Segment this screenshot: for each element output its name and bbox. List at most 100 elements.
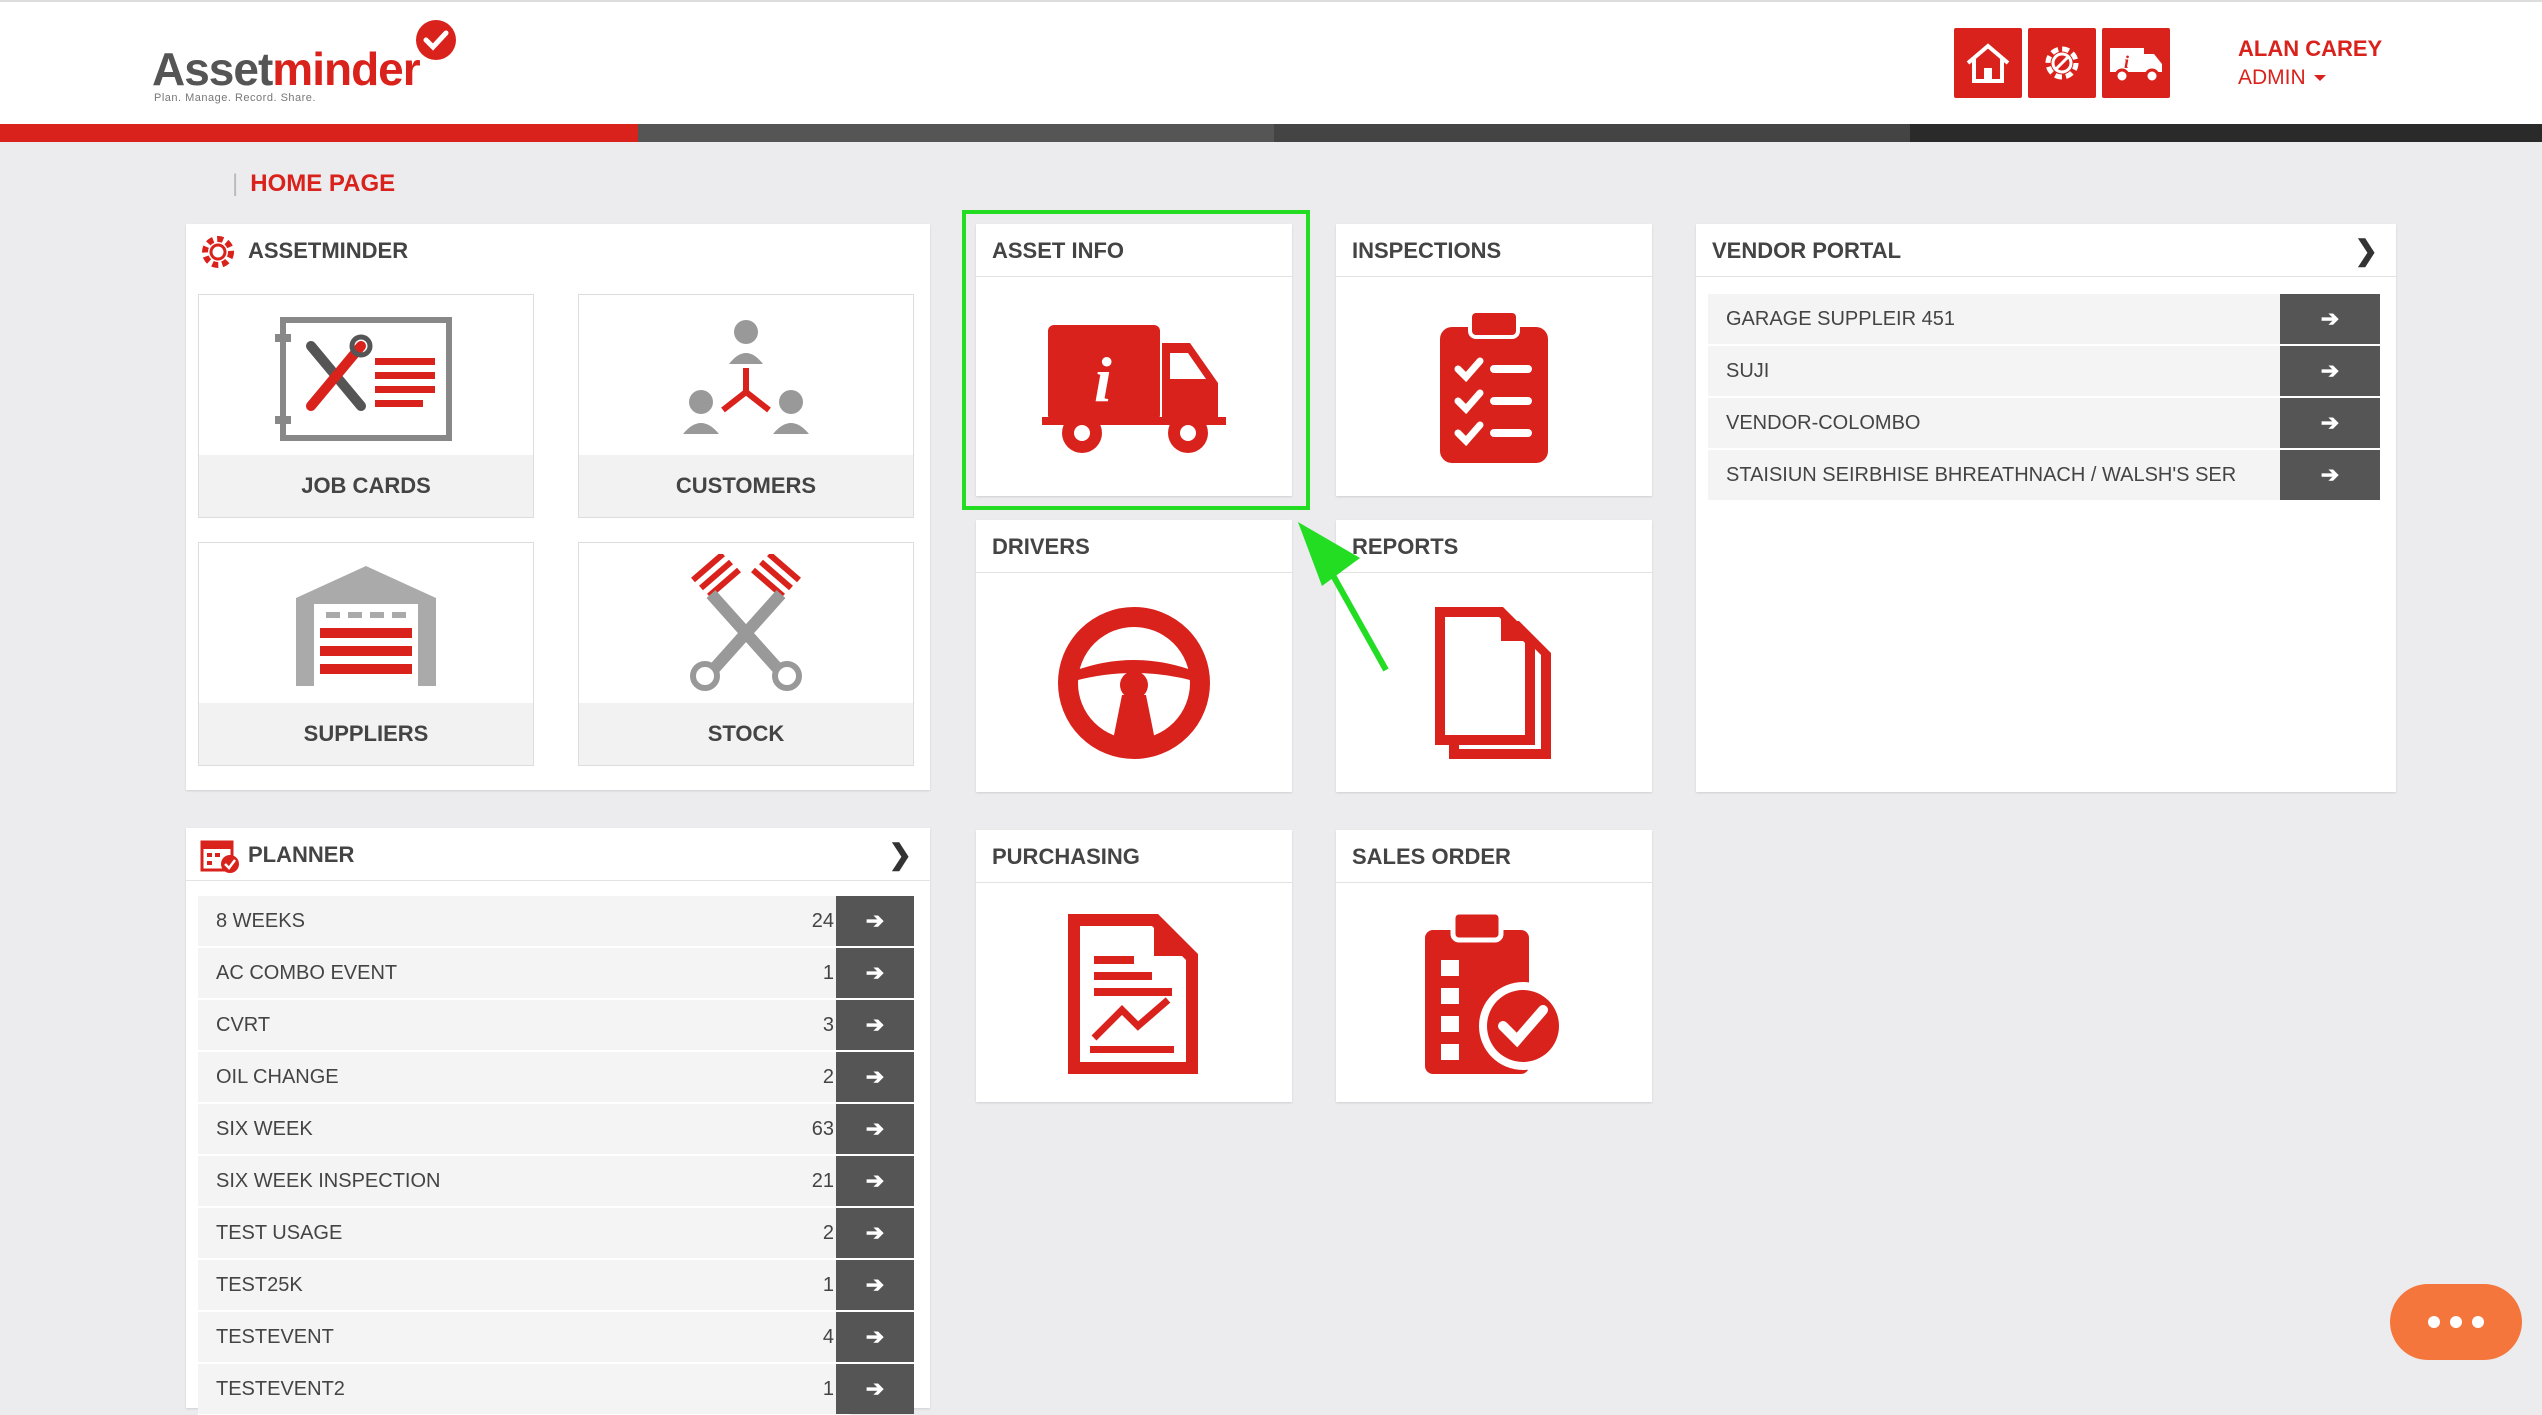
tile-job-cards[interactable]: JOB CARDS	[198, 294, 534, 518]
asset-info-button[interactable]: i	[2102, 28, 2170, 98]
logo-wordmark: Assetminder	[152, 43, 421, 95]
divider	[1336, 882, 1652, 883]
planner-count: 63	[811, 1118, 834, 1140]
assetminder-logo[interactable]: Assetminder Plan. Manage. Record. Share.	[152, 20, 456, 104]
planner-go-button[interactable]: ➔	[836, 1260, 914, 1310]
tile-label: JOB CARDS	[199, 455, 533, 517]
vendor-row[interactable]: STAISIUN SEIRBHISE BHREATHNACH / WALSH'S…	[1708, 450, 2282, 501]
vendor-label: STAISIUN SEIRBHISE BHREATHNACH / WALSH'S…	[1726, 464, 2237, 486]
planner-label: 8 WEEKS	[216, 910, 305, 932]
clipboard-checklist-icon	[1440, 309, 1548, 463]
chat-button[interactable]	[2390, 1284, 2522, 1360]
planner-count: 1	[822, 962, 834, 984]
planner-go-button[interactable]: ➔	[836, 1052, 914, 1102]
tile-label: CUSTOMERS	[579, 455, 913, 517]
planner-row[interactable]: SIX WEEK INSPECTION 21	[198, 1156, 850, 1207]
user-role-label: ADMIN	[2238, 66, 2306, 89]
divider	[976, 882, 1292, 883]
planner-label: SIX WEEK	[216, 1118, 313, 1140]
module-title: INSPECTIONS	[1352, 238, 1502, 263]
planner-count: 3	[822, 1014, 834, 1036]
planner-panel: PLANNER ❯ 8 WEEKS 24 ➔ AC COMBO EVENT 1 ➔ …	[186, 828, 930, 1415]
divider	[1336, 276, 1652, 277]
top-header: Assetminder Plan. Manage. Record. Share.…	[0, 0, 2542, 124]
planner-go-button[interactable]: ➔	[836, 1156, 914, 1206]
logo-check-icon	[416, 20, 456, 60]
planner-row[interactable]: CVRT 3	[198, 1000, 850, 1051]
planner-go-button[interactable]: ➔	[836, 1000, 914, 1050]
vendor-label: VENDOR-COLOMBO	[1726, 412, 1921, 434]
pistons-icon	[690, 554, 802, 691]
chevron-right-icon[interactable]: ❯	[2355, 234, 2378, 267]
vendor-row[interactable]: GARAGE SUPPLEIR 451	[1708, 294, 2282, 345]
page-title: HOME PAGE	[250, 170, 396, 197]
vendor-go-button[interactable]: ➔	[2280, 346, 2380, 396]
breadcrumb: | HOME PAGE	[232, 170, 396, 197]
steering-wheel-icon	[1058, 607, 1210, 759]
home-icon	[1966, 43, 2010, 83]
vendor-row[interactable]: VENDOR-COLOMBO	[1708, 398, 2282, 449]
caret-down-icon	[2313, 75, 2326, 82]
planner-label: SIX WEEK INSPECTION	[216, 1170, 441, 1192]
tile-customers[interactable]: CUSTOMERS	[578, 294, 914, 518]
planner-row[interactable]: 8 WEEKS 24	[198, 896, 850, 947]
tile-suppliers[interactable]: SUPPLIERS	[198, 542, 534, 766]
planner-row[interactable]: TESTEVENT 4	[198, 1312, 850, 1363]
planner-go-button[interactable]: ➔	[836, 1208, 914, 1258]
planner-label: CVRT	[216, 1014, 271, 1036]
planner-row[interactable]: TESTEVENT2 1	[198, 1364, 850, 1415]
planner-count: 21	[811, 1170, 834, 1192]
planner-label: OIL CHANGE	[216, 1066, 339, 1088]
module-inspections[interactable]: INSPECTIONS	[1336, 224, 1652, 496]
planner-row[interactable]: OIL CHANGE 2	[198, 1052, 850, 1103]
chevron-right-icon[interactable]: ❯	[889, 838, 912, 871]
divider	[1696, 276, 2396, 277]
tile-label: STOCK	[579, 703, 913, 765]
dot-icon	[2472, 1316, 2484, 1328]
module-drivers[interactable]: DRIVERS	[976, 520, 1292, 792]
assetminder-gear-icon	[202, 236, 234, 268]
warehouse-icon	[296, 566, 436, 686]
settings-button[interactable]	[2028, 28, 2096, 98]
planner-row[interactable]: TEST USAGE 2	[198, 1208, 850, 1259]
planner-row[interactable]: SIX WEEK 63	[198, 1104, 850, 1155]
planner-label: TESTEVENT2	[216, 1378, 345, 1400]
planner-row[interactable]: TEST25K 1	[198, 1260, 850, 1311]
header-stripe-black	[1910, 124, 2542, 142]
vendor-go-button[interactable]: ➔	[2280, 398, 2380, 448]
home-button[interactable]	[1954, 28, 2022, 98]
gear-icon	[2045, 46, 2079, 80]
planner-label: TEST USAGE	[216, 1222, 343, 1244]
planner-row[interactable]: AC COMBO EVENT 1	[198, 948, 850, 999]
planner-go-button[interactable]: ➔	[836, 1312, 914, 1362]
module-title: SALES ORDER	[1352, 844, 1511, 869]
planner-label: TESTEVENT	[216, 1326, 334, 1348]
customers-icon	[683, 320, 809, 434]
report-chart-icon	[1068, 914, 1198, 1074]
planner-count: 1	[822, 1378, 834, 1400]
module-title: PURCHASING	[992, 844, 1140, 869]
assetminder-panel: ASSETMINDER JOB CARDS CUSTOMERS SUPPLIER…	[186, 224, 930, 790]
vendor-row[interactable]: SUJI	[1708, 346, 2282, 397]
planner-go-button[interactable]: ➔	[836, 1364, 914, 1414]
tile-label: SUPPLIERS	[199, 703, 533, 765]
planner-go-button[interactable]: ➔	[836, 896, 914, 946]
highlight-box	[962, 210, 1310, 510]
vendor-portal-title: VENDOR PORTAL	[1712, 238, 1902, 263]
divider	[976, 572, 1292, 573]
planner-count: 2	[822, 1222, 834, 1244]
planner-go-button[interactable]: ➔	[836, 948, 914, 998]
planner-title: PLANNER	[248, 842, 355, 867]
vendor-go-button[interactable]: ➔	[2280, 294, 2380, 344]
user-role-dropdown[interactable]: ADMIN	[2238, 66, 2326, 90]
tile-stock[interactable]: STOCK	[578, 542, 914, 766]
vendor-go-button[interactable]: ➔	[2280, 450, 2380, 500]
user-name[interactable]: ALAN CAREY	[2238, 36, 2382, 62]
module-sales-order[interactable]: SALES ORDER	[1336, 830, 1652, 1102]
dot-icon	[2450, 1316, 2462, 1328]
planner-label: AC COMBO EVENT	[216, 962, 398, 984]
header-stripe-red	[0, 124, 638, 142]
module-purchasing[interactable]: PURCHASING	[976, 830, 1292, 1102]
planner-go-button[interactable]: ➔	[836, 1104, 914, 1154]
calendar-check-icon	[200, 840, 239, 873]
